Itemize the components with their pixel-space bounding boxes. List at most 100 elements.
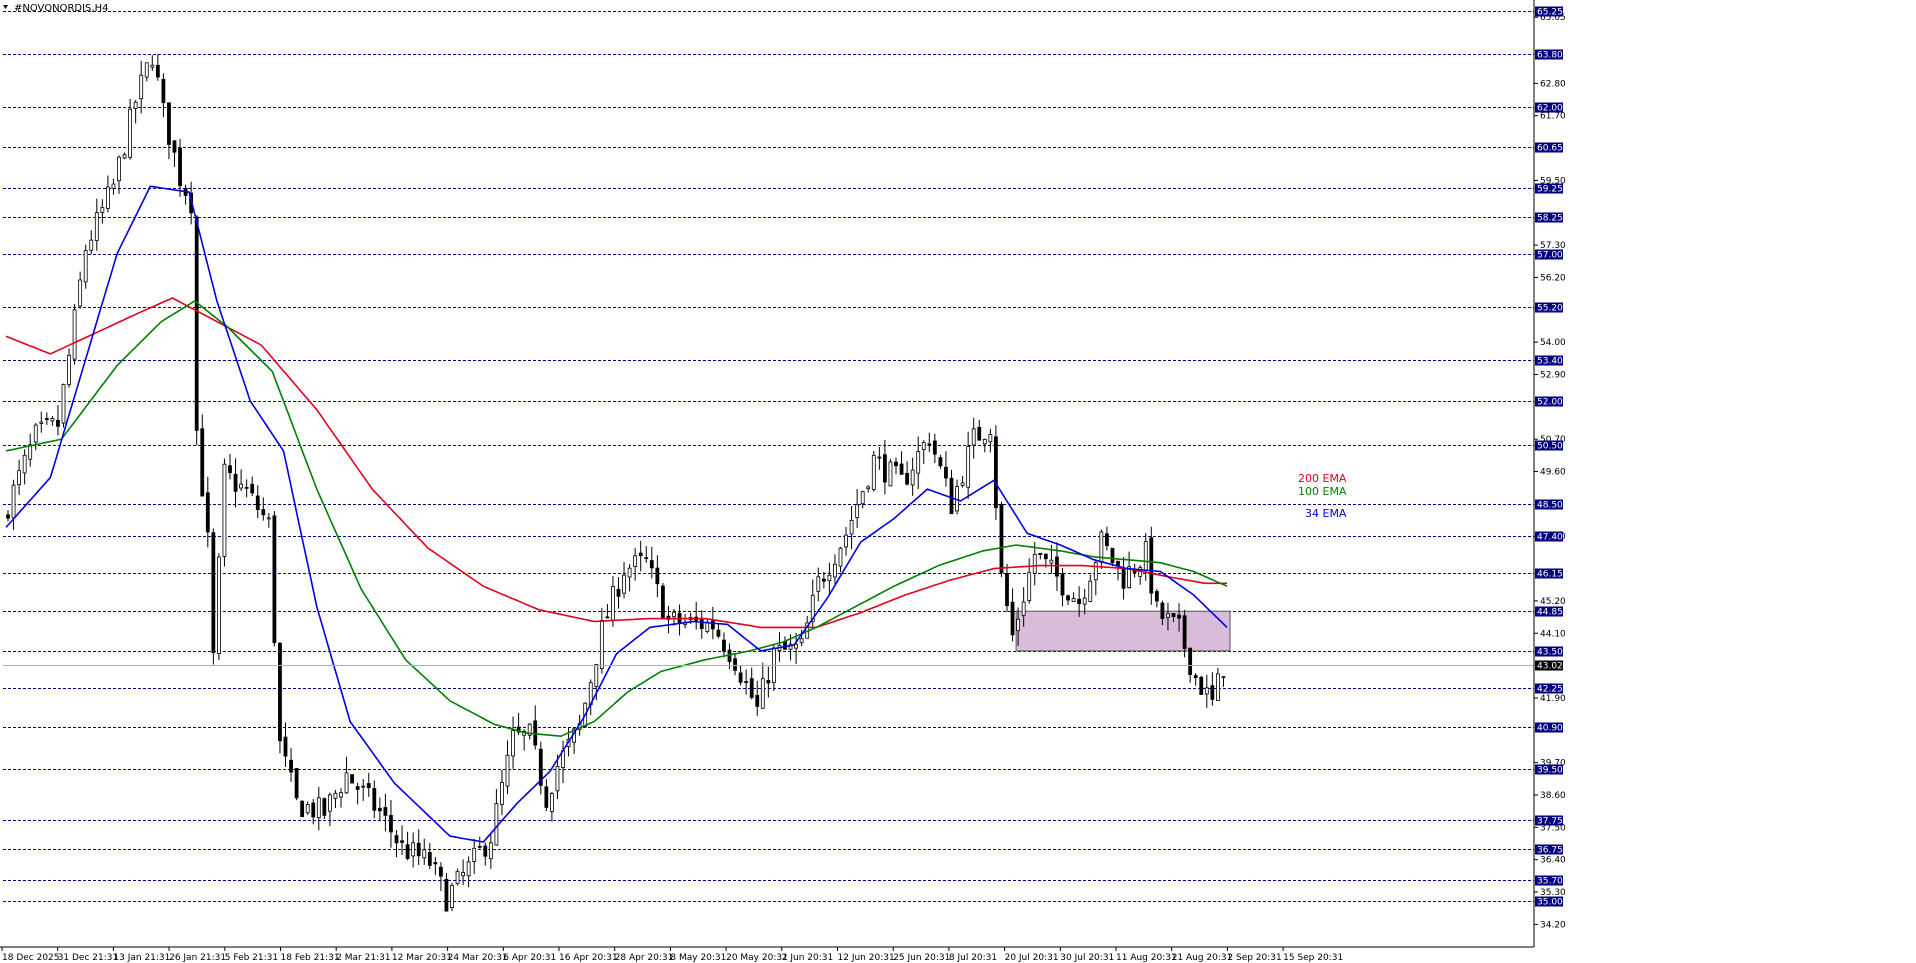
time-tick-label: 5 Feb 21:31	[225, 953, 278, 963]
candle-body	[755, 694, 760, 707]
price-tick-label: 34.20	[1540, 920, 1566, 930]
candle-body	[622, 574, 626, 594]
candle-body	[1193, 675, 1198, 679]
candle-body	[433, 862, 438, 865]
candle-body	[255, 495, 260, 511]
time-tick-label: 21 Aug 20:31	[1172, 953, 1233, 963]
level-label: 59.25	[1537, 185, 1563, 195]
time-tick-label: 11 Aug 20:31	[1116, 953, 1177, 963]
candle-body	[316, 797, 321, 819]
time-tick-label: 2 Sep 20:31	[1227, 953, 1281, 963]
candle-body	[400, 840, 404, 843]
candle-body	[405, 844, 410, 859]
level-label: 40.90	[1537, 724, 1563, 734]
candle-body	[982, 438, 987, 445]
chart-title: #NOVONORDIS,H4	[14, 3, 108, 14]
price-tick-label: 41.90	[1540, 694, 1566, 704]
level-label: 42.25	[1537, 685, 1563, 695]
candle-body	[1154, 591, 1159, 602]
time-tick-label: 30 Jul 20:31	[1060, 953, 1114, 963]
candle-body	[411, 842, 416, 857]
candle-body	[927, 443, 932, 446]
candle-body	[866, 486, 871, 490]
time-tick-label: 16 Apr 20:31	[559, 953, 618, 963]
candle-body	[1210, 685, 1215, 700]
candle-body	[172, 140, 177, 153]
level-label: 44.85	[1537, 608, 1563, 618]
candle-body	[544, 786, 549, 808]
price-tick-label: 54.00	[1540, 338, 1566, 348]
candle-body	[50, 418, 55, 422]
level-label: 46.15	[1537, 570, 1563, 580]
candle-body	[488, 842, 493, 860]
candle-body	[311, 802, 316, 818]
candle-body	[239, 483, 244, 489]
candle-body	[1005, 573, 1009, 606]
candle-body	[1188, 647, 1193, 675]
candle-body	[661, 585, 665, 620]
candle-body	[1027, 572, 1032, 602]
candle-body	[494, 803, 499, 846]
candle-body	[100, 207, 105, 213]
candle-body	[272, 515, 277, 643]
level-label: 52.00	[1537, 398, 1563, 408]
price-tick-label: 36.40	[1540, 856, 1566, 866]
candle-body	[838, 547, 843, 567]
candle-body	[83, 250, 88, 283]
candle-body	[511, 730, 515, 757]
candle-body	[461, 872, 466, 877]
candle-body	[61, 384, 66, 424]
candle-body	[594, 664, 599, 688]
candle-body	[427, 852, 432, 866]
time-tick-label: 18 Dec 2025	[2, 953, 60, 963]
candle-body	[638, 552, 643, 557]
candle-body	[833, 563, 837, 578]
candle-body	[899, 463, 904, 475]
candle-body	[372, 788, 377, 811]
price-tick-label: 52.90	[1540, 370, 1566, 380]
candle-body	[1038, 552, 1043, 556]
candle-body	[167, 102, 171, 145]
time-tick-label: 31 Dec 21:31	[58, 953, 119, 963]
candle-body	[971, 428, 976, 446]
candle-body	[44, 418, 49, 420]
candle-body	[716, 629, 721, 637]
candle-body	[483, 845, 488, 857]
candle-body	[444, 878, 449, 912]
candle-body	[155, 64, 160, 78]
candle-body	[722, 639, 726, 652]
candle-body	[39, 421, 44, 424]
candle-body	[205, 492, 210, 533]
price-chart[interactable]: 65.0562.8061.7059.5057.3056.2054.0052.90…	[0, 0, 1916, 963]
candle-body	[699, 619, 704, 629]
candle-body	[228, 465, 232, 474]
time-tick-label: 18 Feb 21:31	[281, 953, 340, 963]
candle-body	[1043, 553, 1048, 560]
candle-body	[322, 798, 327, 816]
candle-body	[289, 759, 293, 773]
candle-body	[905, 472, 909, 485]
candle-body	[333, 792, 338, 799]
candle-body	[855, 504, 860, 518]
candle-body	[1105, 533, 1109, 547]
candle-body	[1082, 597, 1087, 605]
candle-body	[1055, 556, 1059, 577]
candle-body	[1066, 595, 1070, 601]
candle-body	[1204, 687, 1209, 695]
time-tick-label: 12 Jun 20:31	[838, 953, 895, 963]
candle-body	[139, 74, 144, 100]
candle-body	[766, 680, 771, 684]
candle-body	[89, 239, 94, 251]
candle-body	[244, 487, 249, 489]
candle-body	[888, 461, 893, 487]
support-zone	[1015, 610, 1231, 652]
time-tick-label: 13 Jan 21:31	[113, 953, 170, 963]
candle-body	[67, 354, 71, 385]
candle-body	[611, 585, 615, 621]
time-tick-label: 2 Mar 21:31	[336, 953, 390, 963]
legend-200-ema: 200 EMA	[1298, 472, 1347, 485]
level-label: 57.00	[1537, 251, 1563, 261]
level-label: 35.70	[1537, 877, 1563, 887]
candle-body	[883, 454, 887, 483]
candle-body	[278, 642, 282, 742]
